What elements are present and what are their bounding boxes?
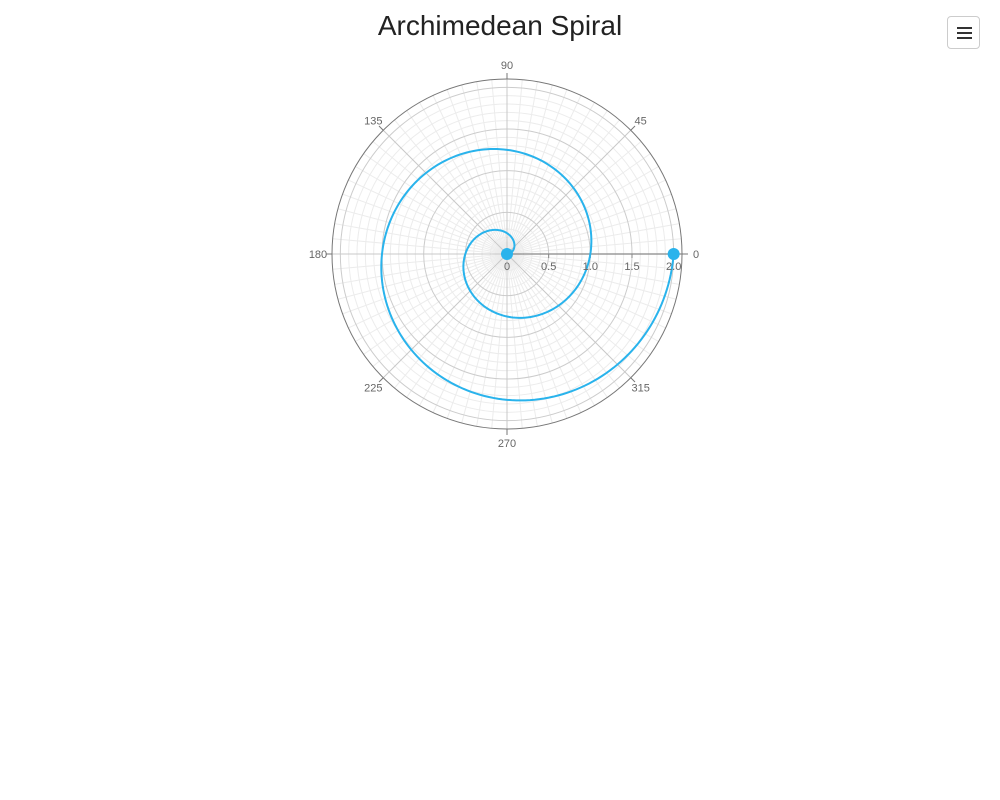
polar-chart: 0 45 90 135 180 225 270 315 0 0.5 1.0 1.5 2.0 — [309, 60, 699, 450]
radial-tick-label: 2.0 — [666, 261, 681, 273]
angle-tick-label: 270 — [498, 438, 516, 450]
radial-tick-label: 1.0 — [583, 261, 598, 273]
angle-tick-label: 90 — [501, 60, 513, 72]
angle-tick-label: 0 — [693, 249, 699, 261]
angular-tick — [630, 377, 636, 383]
angle-tick-label: 315 — [631, 383, 649, 395]
radial-tick-label: 0 — [504, 261, 510, 273]
radial-tick-label: 0.5 — [541, 261, 556, 273]
radial-tick-label: 1.5 — [624, 261, 639, 273]
angular-tick — [378, 377, 384, 383]
data-point-marker — [501, 248, 513, 260]
angle-tick-label: 135 — [364, 115, 382, 127]
angle-tick-label: 225 — [364, 383, 382, 395]
angle-tick-label: 180 — [309, 249, 327, 261]
data-point-marker — [667, 248, 680, 260]
angle-tick-label: 45 — [635, 115, 647, 127]
